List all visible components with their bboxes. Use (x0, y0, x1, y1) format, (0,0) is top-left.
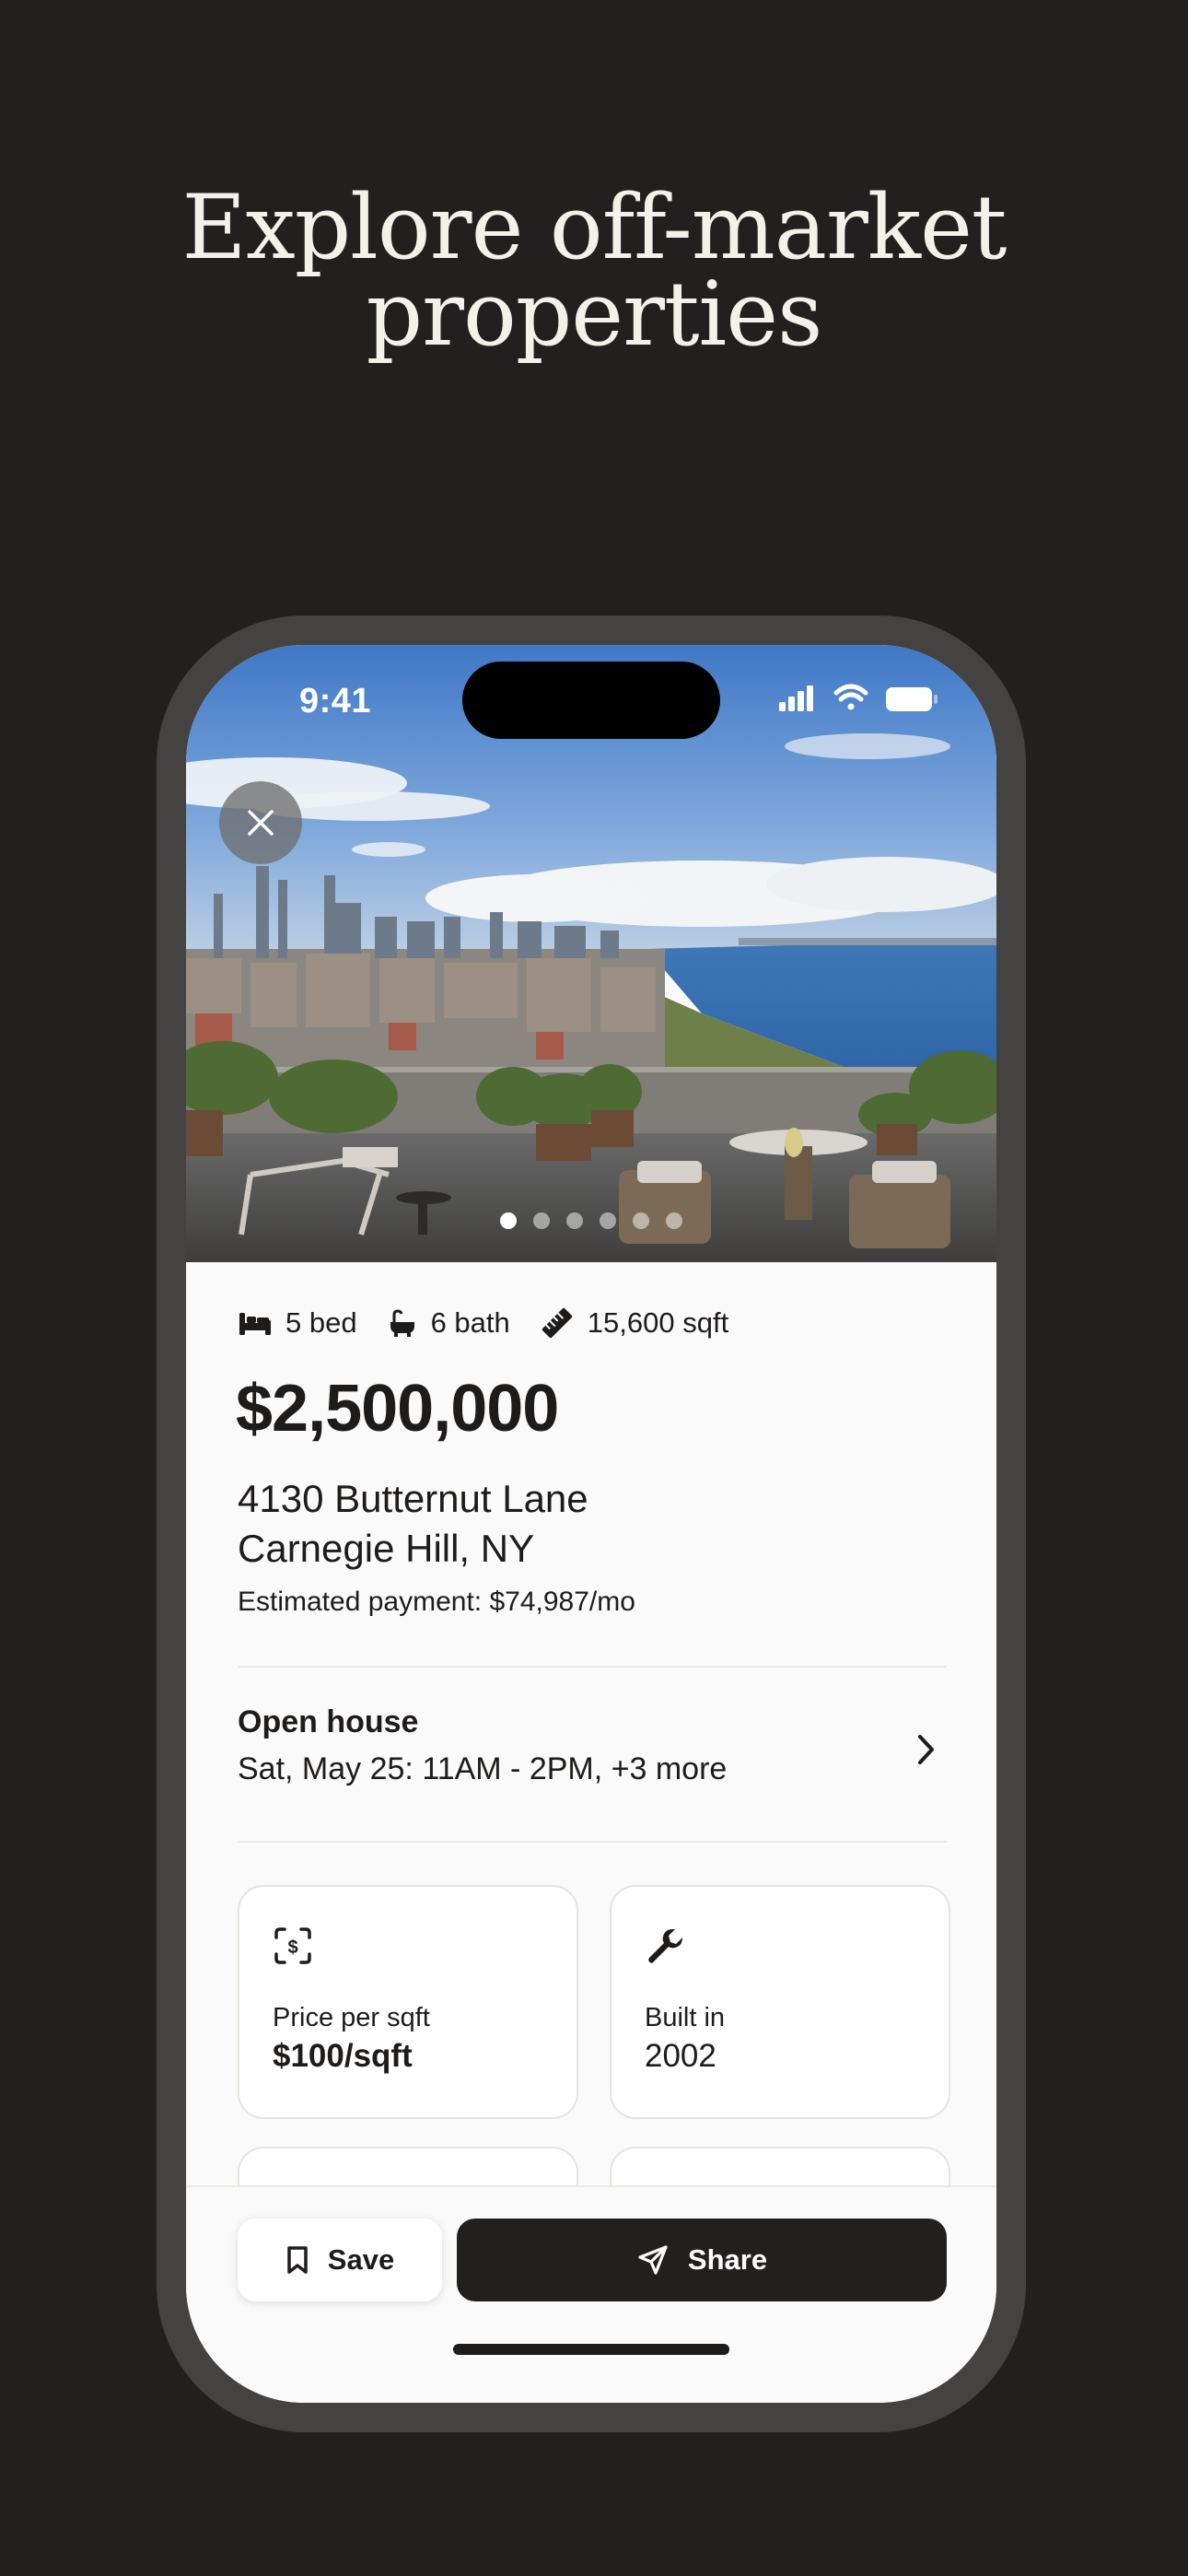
status-time: 9:41 (298, 682, 372, 720)
battery-icon (886, 687, 938, 711)
address-line-1: 4130 Butternut Lane (238, 1477, 588, 1520)
action-bar: Save Share (186, 2185, 996, 2403)
share-button[interactable]: Share (457, 2219, 947, 2301)
svg-text:$: $ (287, 1938, 297, 1958)
beds-value: 5 bed (285, 1306, 357, 1339)
listing-specs: 5 bed 6 bath 15,600 sqft (238, 1301, 758, 1345)
pagination-dot[interactable] (533, 1212, 550, 1229)
headline-line-2: properties (366, 263, 823, 366)
spec-baths: 6 bath (387, 1306, 510, 1340)
ruler-icon (542, 1307, 572, 1339)
phone-frame: 9:41 5 bed 6 bath 15,600 sqft $2,500,000… (157, 615, 1026, 2432)
pagination-dot[interactable] (600, 1212, 616, 1229)
open-house-row[interactable]: Open house Sat, May 25: 11AM - 2PM, +3 m… (238, 1704, 947, 1797)
fact-value: 2002 (645, 2038, 716, 2074)
listing-address: 4130 Butternut Lane Carnegie Hill, NY (238, 1474, 588, 1574)
bed-icon (239, 1313, 271, 1335)
send-icon (638, 2245, 668, 2275)
fact-label: Price per sqft (273, 2003, 430, 2032)
bookmark-icon (287, 2246, 308, 2274)
close-button[interactable] (219, 781, 302, 864)
dynamic-island (462, 662, 720, 739)
address-line-2: Carnegie Hill, NY (238, 1527, 535, 1570)
pagination-dot[interactable] (666, 1212, 682, 1229)
wrench-icon (648, 1929, 682, 1963)
phone-screen: 9:41 5 bed 6 bath 15,600 sqft $2,500,000… (186, 645, 996, 2403)
spec-area: 15,600 sqft (540, 1306, 728, 1341)
fact-card-built-in[interactable]: Built in 2002 (610, 1885, 950, 2119)
dollar-scan-icon: $ (274, 1927, 311, 1964)
pagination-dot[interactable] (633, 1212, 649, 1229)
spec-beds: 5 bed (238, 1306, 357, 1340)
close-icon (248, 810, 274, 836)
open-house-title: Open house (238, 1704, 419, 1739)
signal-icon (779, 685, 813, 711)
share-label: Share (687, 2243, 768, 2276)
area-value: 15,600 sqft (587, 1306, 729, 1339)
headline-line-1: Explore off-market (181, 176, 1007, 279)
listing-price: $2,500,000 (236, 1372, 559, 1446)
open-house-schedule: Sat, May 25: 11AM - 2PM, +3 more (238, 1751, 728, 1786)
pagination-dot[interactable] (566, 1212, 583, 1229)
home-indicator[interactable] (453, 2344, 729, 2355)
wifi-icon (833, 684, 868, 710)
save-button[interactable]: Save (238, 2219, 442, 2301)
save-label: Save (327, 2243, 395, 2276)
chevron-right-icon (918, 1735, 934, 1764)
divider (238, 1666, 947, 1668)
pagination-dot[interactable] (500, 1212, 517, 1229)
fact-value: $100/sqft (273, 2038, 413, 2074)
divider (238, 1841, 947, 1843)
bathtub-icon (390, 1309, 414, 1337)
estimated-payment: Estimated payment: $74,987/mo (238, 1587, 635, 1617)
promo-headline: Explore off-market properties (0, 176, 1188, 366)
status-icons (775, 678, 941, 719)
fact-label: Built in (645, 2003, 726, 2032)
gallery-pagination (186, 1212, 996, 1231)
fact-card-price-per-sqft[interactable]: $ Price per sqft $100/sqft (238, 1885, 578, 2119)
baths-value: 6 bath (430, 1306, 510, 1339)
